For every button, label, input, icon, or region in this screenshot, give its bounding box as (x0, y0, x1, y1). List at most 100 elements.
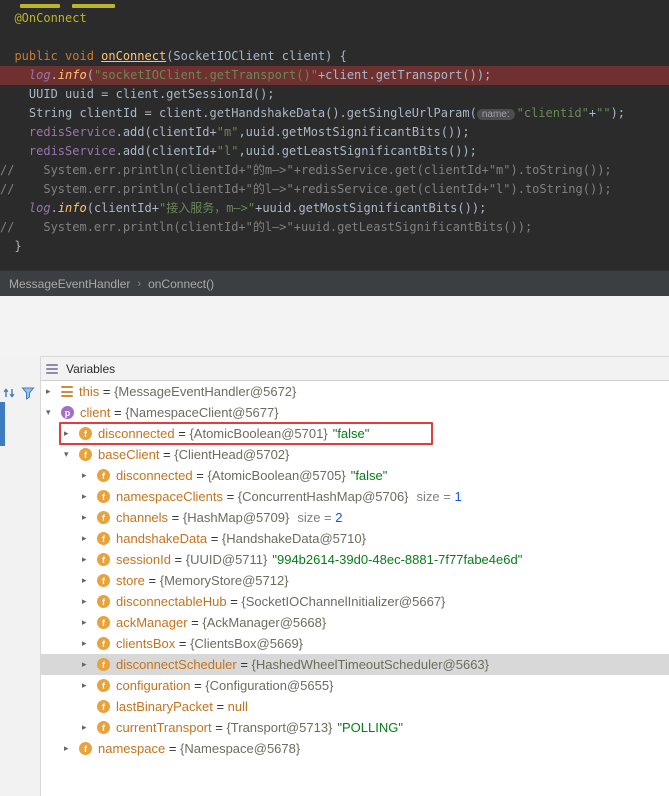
code-line: String clientId = client.getHandshakeDat… (0, 104, 669, 123)
code-token: ( (87, 68, 94, 82)
variable-row[interactable]: ▸fackManager = {AckManager@5668} (0, 612, 669, 633)
code-token: "l" (217, 144, 239, 158)
variable-type-ref: {MemoryStore@5712} (160, 573, 289, 588)
code-line: redisService.add(clientId+"l",uuid.getLe… (0, 142, 669, 161)
field-icon: f (79, 742, 92, 755)
variable-type-ref: {ClientHead@5702} (174, 447, 289, 462)
variable-row[interactable]: ▸fsessionId = {UUID@5711}"994b2614-39d0-… (0, 549, 669, 570)
breadcrumb-class[interactable]: MessageEventHandler (9, 277, 130, 291)
equals-sign: = (190, 678, 205, 693)
equals-sign: = (175, 636, 190, 651)
variable-row[interactable]: ▸fhandshakeData = {HandshakeData@5710} (0, 528, 669, 549)
chevron-right-icon[interactable]: ▸ (82, 470, 97, 481)
variable-type-ref: {HashMap@5709} (183, 510, 289, 525)
equals-sign: = (188, 615, 203, 630)
field-icon: f (97, 658, 110, 671)
chevron-right-icon[interactable]: ▸ (82, 617, 97, 628)
variable-row[interactable]: ▸fconfiguration = {Configuration@5655} (0, 675, 669, 696)
variable-name: namespace (98, 741, 165, 756)
chevron-right-icon[interactable]: ▸ (82, 533, 97, 544)
variable-row[interactable]: ▸this = {MessageEventHandler@5672} (0, 381, 669, 402)
clipped-code-line (0, 0, 669, 9)
ide-window: @OnConnect public void onConnect(SocketI… (0, 0, 669, 796)
variable-type-ref: {AtomicBoolean@5705} (207, 468, 345, 483)
variable-type-ref: {ClientsBox@5669} (190, 636, 303, 651)
code-token: ,uuid.getMostSignificantBits()); (238, 125, 469, 139)
variable-row[interactable]: ▸fdisconnectableHub = {SocketIOChannelIn… (0, 591, 669, 612)
variable-name: currentTransport (116, 720, 212, 735)
variable-row[interactable]: ▸fdisconnected = {AtomicBoolean@5705}"fa… (0, 465, 669, 486)
code-token: "" (596, 106, 610, 120)
variable-row[interactable]: ▾fbaseClient = {ClientHead@5702} (0, 444, 669, 465)
variable-row-content: ▸fnamespace = {Namespace@5678} (64, 739, 300, 758)
variable-row[interactable]: ▸fnamespace = {Namespace@5678} (0, 738, 669, 759)
variable-row-content: ▸fackManager = {AckManager@5668} (82, 613, 326, 632)
clipped-code-fragment (72, 4, 115, 8)
code-token: public void (14, 49, 101, 63)
code-token (0, 68, 29, 82)
arrows-icon[interactable] (2, 386, 16, 400)
equals-sign: = (212, 720, 227, 735)
variable-row[interactable]: ▸fstore = {MemoryStore@5712} (0, 570, 669, 591)
code-token: ); (611, 106, 625, 120)
variable-type-ref: {Configuration@5655} (205, 678, 333, 693)
variable-row-content: ▸fdisconnectScheduler = {HashedWheelTime… (82, 655, 489, 674)
variable-row[interactable]: ▸fchannels = {HashMap@5709}size = 2 (0, 507, 669, 528)
variable-row-content: ▸fsessionId = {UUID@5711}"994b2614-39d0-… (82, 550, 522, 569)
chevron-right-icon[interactable]: ▸ (64, 428, 79, 439)
variable-name: namespaceClients (116, 489, 223, 504)
code-editor[interactable]: @OnConnect public void onConnect(SocketI… (0, 0, 669, 270)
code-token (0, 144, 29, 158)
variable-name: ackManager (116, 615, 188, 630)
variable-row[interactable]: ▸fdisconnected = {AtomicBoolean@5701}"fa… (0, 423, 669, 444)
variable-row-content: ▸fstore = {MemoryStore@5712} (82, 571, 289, 590)
variable-row-content: ▸fnamespaceClients = {ConcurrentHashMap@… (82, 487, 462, 506)
variable-name: disconnected (116, 468, 193, 483)
variable-name: baseClient (98, 447, 159, 462)
variable-type-ref: {Namespace@5678} (180, 741, 300, 756)
chevron-right-icon[interactable]: ▸ (82, 638, 97, 649)
code-token: +uuid.getMostSignificantBits()); (255, 201, 486, 215)
chevron-right-icon[interactable]: ▸ (46, 386, 61, 397)
variable-row[interactable]: ▾pclient = {NamespaceClient@5677} (0, 402, 669, 423)
chevron-right-icon[interactable]: ▸ (64, 743, 79, 754)
variable-row[interactable]: flastBinaryPacket = null (0, 696, 669, 717)
variable-type-ref: {NamespaceClient@5677} (125, 405, 278, 420)
code-token: redisService (29, 144, 116, 158)
code-line: @OnConnect (0, 9, 669, 28)
variable-type-ref: {ConcurrentHashMap@5706} (238, 489, 409, 504)
chevron-right-icon[interactable]: ▸ (82, 491, 97, 502)
field-icon: f (97, 700, 110, 713)
chevron-down-icon[interactable]: ▾ (46, 407, 61, 418)
equals-sign: = (237, 657, 252, 672)
chevron-right-icon[interactable]: ▸ (82, 596, 97, 607)
filter-icon[interactable] (21, 386, 35, 400)
field-icon: f (97, 490, 110, 503)
variable-row[interactable]: ▸fclientsBox = {ClientsBox@5669} (0, 633, 669, 654)
breadcrumb-method[interactable]: onConnect() (148, 277, 214, 291)
variable-string-value: "false" (333, 426, 370, 441)
variable-row[interactable]: ▸fnamespaceClients = {ConcurrentHashMap@… (0, 486, 669, 507)
variable-name: lastBinaryPacket (116, 699, 213, 714)
variable-name: this (79, 384, 99, 399)
chevron-right-icon[interactable]: ▸ (82, 680, 97, 691)
variable-type-ref: {SocketIOChannelInitializer@5667} (241, 594, 445, 609)
chevron-right-icon[interactable]: ▸ (82, 575, 97, 586)
chevron-down-icon[interactable]: ▾ (64, 449, 79, 460)
variables-tab[interactable]: Variables (66, 362, 115, 376)
variable-row-content: ▸fdisconnected = {AtomicBoolean@5705}"fa… (82, 466, 387, 485)
parameter-hint-chip: name: (477, 109, 515, 120)
variable-row[interactable]: ▸fcurrentTransport = {Transport@5713}"PO… (0, 717, 669, 738)
chevron-right-icon[interactable]: ▸ (82, 554, 97, 565)
code-line: } (0, 237, 669, 256)
equals-sign: = (110, 405, 125, 420)
chevron-right-icon[interactable]: ▸ (82, 722, 97, 733)
code-token (0, 125, 29, 139)
chevron-right-icon[interactable]: ▸ (82, 659, 97, 670)
equals-sign: = (207, 531, 222, 546)
field-icon: f (79, 427, 92, 440)
chevron-right-icon[interactable]: ▸ (82, 512, 97, 523)
annotation-highlight-box: ▸fdisconnected = {AtomicBoolean@5701}"fa… (59, 422, 433, 445)
code-token: log (29, 68, 51, 82)
variable-row[interactable]: ▸fdisconnectScheduler = {HashedWheelTime… (0, 654, 669, 675)
